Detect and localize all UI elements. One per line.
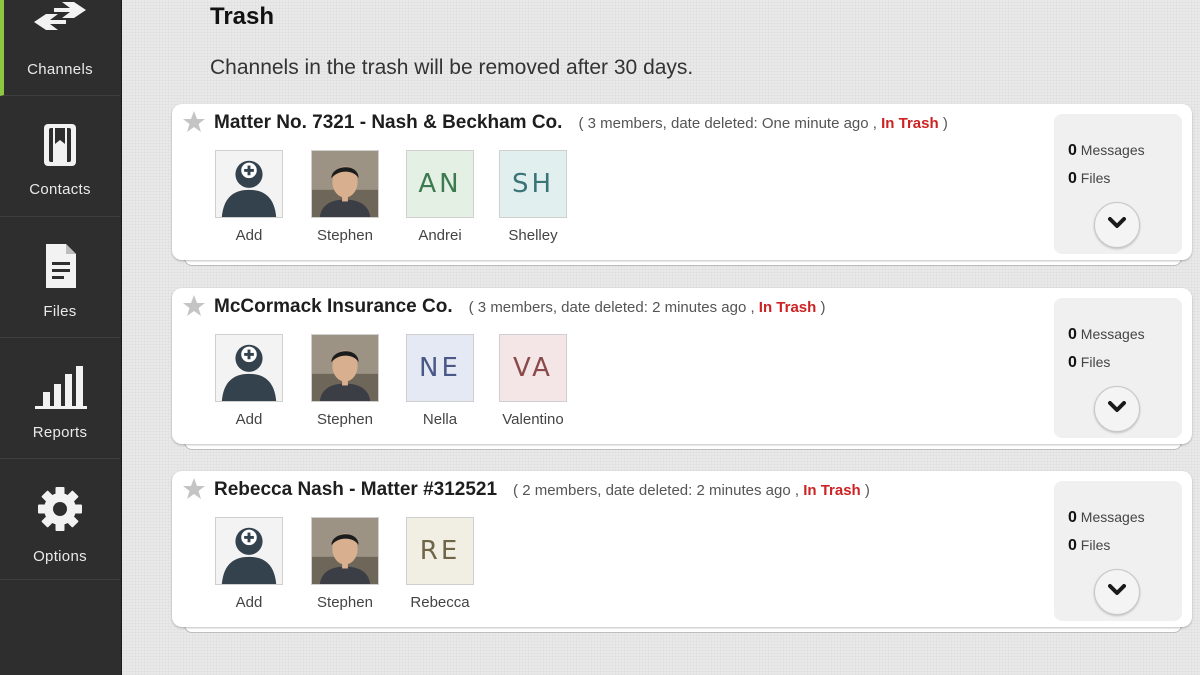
- initials-avatar: RE: [406, 517, 474, 585]
- channel-meta: ( 3 members, date deleted: One minute ag…: [578, 115, 947, 132]
- add-member-button[interactable]: Add: [214, 517, 284, 611]
- member-avatar[interactable]: VA Valentino: [498, 334, 568, 428]
- channel-title[interactable]: Matter No. 7321 - Nash & Beckham Co.: [214, 112, 562, 134]
- channel-stats: 0 Messages 0 Files: [1054, 298, 1182, 438]
- member-avatar[interactable]: Stephen: [310, 517, 380, 611]
- initials-avatar: NE: [406, 334, 474, 402]
- expand-button[interactable]: [1094, 202, 1140, 248]
- status-badge: In Trash: [758, 299, 817, 316]
- channel-card: McCormack Insurance Co. ( 3 members, dat…: [172, 288, 1192, 450]
- channel-card: Rebecca Nash - Matter #312521 ( 2 member…: [172, 471, 1192, 633]
- member-name: Add: [235, 411, 263, 428]
- sidebar-item-label: Contacts: [29, 181, 91, 198]
- star-icon[interactable]: [182, 110, 206, 139]
- messages-count: 0 Messages: [1068, 326, 1145, 343]
- sidebar-item-label: Reports: [32, 424, 88, 441]
- add-person-icon: [215, 334, 283, 402]
- member-avatar[interactable]: RE Rebecca: [405, 517, 475, 611]
- member-name: Nella: [422, 411, 458, 428]
- chevron-down-icon: [1108, 583, 1126, 601]
- add-member-button[interactable]: Add: [214, 150, 284, 244]
- sidebar-item-label: Files: [43, 303, 77, 320]
- add-person-icon: [215, 517, 283, 585]
- channel-stats: 0 Messages 0 Files: [1054, 481, 1182, 621]
- bar-chart-icon: [0, 362, 120, 410]
- sidebar-item-options[interactable]: Options: [0, 459, 120, 580]
- member-name: Add: [235, 227, 263, 244]
- meta-text: ( 3 members, date deleted: 2 minutes ago…: [468, 299, 759, 316]
- channel-meta: ( 3 members, date deleted: 2 minutes ago…: [469, 299, 826, 316]
- member-avatar[interactable]: Stephen: [310, 334, 380, 428]
- member-name: Valentino: [502, 411, 564, 428]
- member-name: Stephen: [317, 411, 373, 428]
- chevron-down-icon: [1108, 216, 1126, 234]
- sidebar-item-label: Channels: [27, 61, 93, 78]
- meta-text: ( 2 members, date deleted: 2 minutes ago…: [513, 482, 804, 499]
- channel-stats: 0 Messages 0 Files: [1054, 114, 1182, 254]
- card-body: Matter No. 7321 - Nash & Beckham Co. ( 3…: [172, 104, 1192, 260]
- page-subtitle: Channels in the trash will be removed af…: [210, 56, 694, 79]
- member-avatar[interactable]: SH Shelley: [498, 150, 568, 244]
- status-badge: In Trash: [803, 482, 861, 499]
- card-body: McCormack Insurance Co. ( 3 members, dat…: [172, 288, 1192, 444]
- file-icon: [0, 242, 120, 290]
- avatar: [311, 334, 379, 402]
- meta-text: ): [860, 482, 870, 499]
- member-name: Stephen: [317, 227, 373, 244]
- channel-meta: ( 2 members, date deleted: 2 minutes ago…: [513, 482, 870, 499]
- initials-avatar: AN: [406, 150, 474, 218]
- channel-title[interactable]: McCormack Insurance Co.: [214, 296, 453, 318]
- meta-text: ): [938, 115, 948, 132]
- files-count: 0 Files: [1068, 170, 1111, 187]
- messages-count: 0 Messages: [1068, 509, 1145, 526]
- contacts-book-icon: [0, 122, 120, 168]
- chevron-down-icon: [1108, 400, 1126, 418]
- messages-count: 0 Messages: [1068, 142, 1145, 159]
- member-avatar[interactable]: NE Nella: [405, 334, 475, 428]
- star-icon[interactable]: [182, 294, 206, 323]
- arrows-icon: [0, 0, 120, 32]
- initials-avatar: VA: [499, 334, 567, 402]
- member-name: Add: [235, 594, 263, 611]
- sidebar-item-reports[interactable]: Reports: [0, 338, 120, 459]
- member-avatar[interactable]: AN Andrei: [405, 150, 475, 244]
- expand-button[interactable]: [1094, 386, 1140, 432]
- add-member-button[interactable]: Add: [214, 334, 284, 428]
- meta-text: ): [816, 299, 826, 316]
- channel-card: Matter No. 7321 - Nash & Beckham Co. ( 3…: [172, 104, 1192, 266]
- channel-title[interactable]: Rebecca Nash - Matter #312521: [214, 479, 497, 501]
- files-count: 0 Files: [1068, 354, 1111, 371]
- member-name: Rebecca: [410, 594, 470, 611]
- card-body: Rebecca Nash - Matter #312521 ( 2 member…: [172, 471, 1192, 627]
- avatar: [311, 517, 379, 585]
- member-name: Andrei: [418, 227, 462, 244]
- avatar: [311, 150, 379, 218]
- sidebar-item-channels[interactable]: Channels: [0, 0, 120, 96]
- sidebar-item-files[interactable]: Files: [0, 217, 120, 338]
- files-count: 0 Files: [1068, 537, 1111, 554]
- sidebar-item-label: Options: [33, 548, 87, 565]
- member-name: Stephen: [317, 594, 373, 611]
- gear-icon: [0, 484, 120, 534]
- sidebar-item-contacts[interactable]: Contacts: [0, 96, 120, 217]
- member-avatar[interactable]: Stephen: [310, 150, 380, 244]
- star-icon[interactable]: [182, 477, 206, 506]
- member-name: Shelley: [508, 227, 558, 244]
- meta-text: ( 3 members, date deleted: One minute ag…: [578, 115, 882, 132]
- page-title: Trash: [210, 3, 275, 30]
- sidebar: Channels Contacts Files Reports Options: [0, 0, 122, 675]
- add-person-icon: [215, 150, 283, 218]
- initials-avatar: SH: [499, 150, 567, 218]
- status-badge: In Trash: [881, 115, 939, 132]
- expand-button[interactable]: [1094, 569, 1140, 615]
